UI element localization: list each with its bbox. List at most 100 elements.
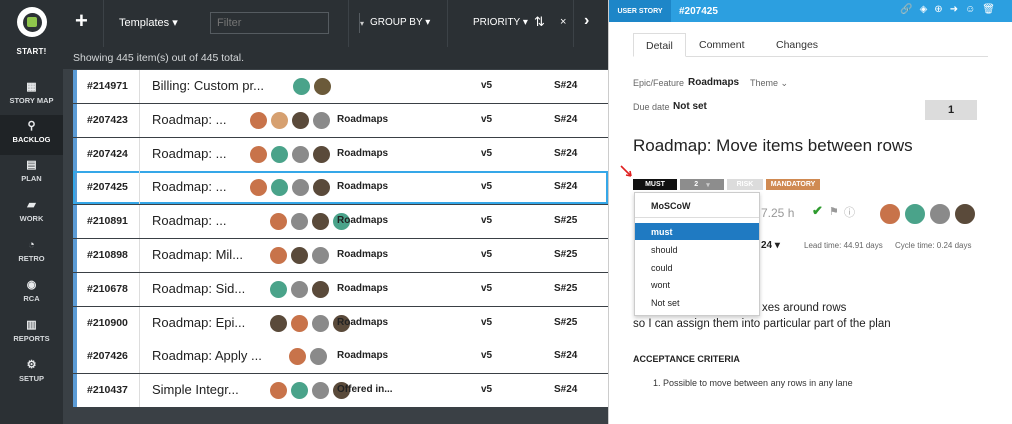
avatar[interactable]: [929, 203, 951, 225]
avatar[interactable]: [290, 246, 309, 265]
avatar[interactable]: [311, 279, 330, 299]
table-row[interactable]: #207425 Roadmap: ... Roadmaps v5 S#24: [73, 171, 608, 205]
moscow-option-must[interactable]: must: [635, 223, 759, 240]
avatar[interactable]: [904, 203, 926, 225]
table-row[interactable]: #207424 Roadmap: ... Roadmaps v5 S#24: [73, 137, 608, 171]
row-title[interactable]: Roadmap: Apply ...: [152, 348, 262, 363]
sidebar-item-work[interactable]: ▰ WORK: [0, 194, 63, 234]
avatar[interactable]: [269, 246, 288, 265]
sidebar-item-retro[interactable]: ◔ RETRO: [0, 234, 63, 274]
close-icon[interactable]: ×: [560, 16, 566, 28]
moscow-option-should[interactable]: should: [635, 241, 759, 258]
table-row[interactable]: #210891 Roadmap: ... Roadmaps v5 S#25: [73, 205, 608, 239]
smile-icon[interactable]: ☺: [965, 4, 975, 15]
sort-icon[interactable]: ⇅: [534, 14, 545, 30]
row-title[interactable]: Roadmap: Sid...: [152, 281, 245, 296]
item-title[interactable]: Roadmap: Move items between rows: [633, 136, 913, 156]
paint-icon[interactable]: ◈: [920, 4, 928, 15]
table-row[interactable]: #207423 Roadmap: ... Roadmaps v5 S#24: [73, 103, 608, 137]
check-icon[interactable]: ✔: [812, 203, 823, 219]
avatar[interactable]: [292, 77, 311, 96]
table-row[interactable]: #210900 Roadmap: Epi... Roadmaps v5 S#25: [73, 306, 608, 340]
row-id[interactable]: #207423: [87, 114, 128, 126]
trash-icon[interactable]: 🗑: [982, 4, 995, 15]
moscow-option-could[interactable]: could: [635, 259, 759, 276]
avatar[interactable]: [291, 110, 310, 130]
size-badge[interactable]: 2 ▾: [680, 179, 724, 190]
avatar[interactable]: [954, 203, 976, 225]
sidebar-item-setup[interactable]: ⚙ SETUP: [0, 354, 63, 394]
row-id[interactable]: #210898: [87, 249, 128, 261]
moscow-badge[interactable]: MUST: [633, 179, 677, 190]
sidebar-item-rca[interactable]: ◉ RCA: [0, 274, 63, 314]
row-id[interactable]: #207425: [87, 181, 128, 193]
row-title[interactable]: Roadmap: Mil...: [152, 247, 243, 262]
info-icon[interactable]: ⓘ: [844, 204, 855, 220]
row-title[interactable]: Roadmap: ...: [152, 112, 226, 127]
story-points[interactable]: 1: [925, 100, 977, 120]
row-title[interactable]: Simple Integr...: [152, 382, 239, 397]
avatar[interactable]: [311, 313, 330, 333]
row-id[interactable]: #210437: [87, 384, 128, 396]
templates-button[interactable]: Templates ▾: [119, 16, 178, 29]
risk-badge[interactable]: RISK: [727, 179, 763, 190]
avatar[interactable]: [312, 110, 331, 130]
row-title[interactable]: Roadmap: ...: [152, 146, 226, 161]
avatar[interactable]: [312, 144, 331, 164]
tab-detail[interactable]: Detail: [633, 33, 686, 57]
table-row[interactable]: #210898 Roadmap: Mil... Roadmaps v5 S#25: [73, 239, 608, 272]
row-id[interactable]: #214971: [87, 80, 128, 92]
avatar[interactable]: [311, 246, 330, 265]
tab-changes[interactable]: Changes: [776, 33, 818, 57]
avatar[interactable]: [309, 347, 328, 367]
avatar[interactable]: [290, 381, 309, 401]
group-by-button[interactable]: GROUP BY ▾: [370, 17, 430, 28]
mandatory-badge[interactable]: MANDATORY: [766, 179, 820, 190]
avatar[interactable]: [288, 347, 307, 367]
table-row[interactable]: #210437 Simple Integr... Offered in... v5 S#…: [73, 374, 608, 408]
avatar[interactable]: [269, 279, 288, 299]
theme-selector[interactable]: Theme ⌄: [750, 78, 788, 89]
avatar[interactable]: [249, 144, 268, 164]
flag-icon[interactable]: ⚑: [829, 205, 839, 218]
filter-input[interactable]: [211, 13, 359, 33]
tab-comment[interactable]: Comment: [699, 33, 745, 57]
avatar[interactable]: [269, 381, 288, 401]
avatar[interactable]: [290, 212, 309, 232]
avatar[interactable]: [269, 313, 288, 333]
avatar[interactable]: [270, 110, 289, 130]
logo[interactable]: [17, 7, 47, 37]
avatar[interactable]: [879, 203, 901, 225]
priority-button[interactable]: PRIORITY ▾: [473, 17, 528, 28]
avatar[interactable]: [311, 381, 330, 401]
table-row[interactable]: #207426 Roadmap: Apply ... Roadmaps v5 S#24: [73, 340, 608, 374]
row-title[interactable]: Roadmap: Epi...: [152, 315, 245, 330]
avatar[interactable]: [249, 110, 268, 130]
avatar[interactable]: [290, 313, 309, 333]
row-title[interactable]: Roadmap: ...: [152, 213, 226, 228]
row-title[interactable]: Roadmap: ...: [152, 179, 226, 194]
arrow-circle-icon[interactable]: ➜: [950, 4, 958, 15]
due-date-value[interactable]: Not set: [673, 101, 707, 112]
avatar[interactable]: [291, 178, 310, 198]
sprint-selector[interactable]: 24 ▾: [761, 240, 780, 251]
start-label[interactable]: START!: [0, 47, 63, 56]
table-row[interactable]: #210678 Roadmap: Sid... Roadmaps v5 S#25: [73, 272, 608, 306]
sidebar-item-plan[interactable]: ▤ PLAN: [0, 154, 63, 194]
avatar[interactable]: [270, 144, 289, 164]
epic-value[interactable]: Roadmaps: [688, 77, 739, 88]
next-arrow-icon[interactable]: ›: [584, 12, 589, 30]
avatar[interactable]: [269, 212, 288, 232]
moscow-option-wont[interactable]: wont: [635, 276, 759, 293]
row-id[interactable]: #207424: [87, 148, 128, 160]
row-id[interactable]: #210891: [87, 215, 128, 227]
avatar[interactable]: [270, 178, 289, 198]
moscow-option-not-set[interactable]: Not set: [635, 294, 759, 311]
row-id[interactable]: #210900: [87, 317, 128, 329]
avatar[interactable]: [249, 178, 268, 198]
table-row[interactable]: #214971 Billing: Custom pr... v5 S#24: [73, 70, 608, 103]
avatar[interactable]: [311, 212, 330, 232]
add-icon[interactable]: +: [75, 10, 88, 32]
avatar[interactable]: [312, 178, 331, 198]
filter-dropdown-icon[interactable]: ▾: [359, 13, 364, 33]
